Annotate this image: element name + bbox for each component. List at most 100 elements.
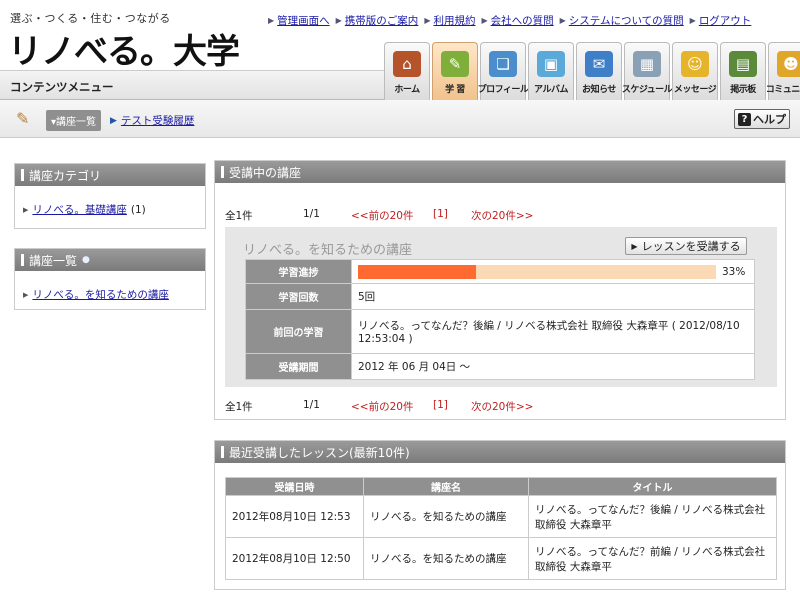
course-list-link[interactable]: リノべる。を知るための講座: [32, 287, 169, 302]
pager-prev[interactable]: <<前の20件: [351, 399, 433, 414]
nav-tab[interactable]: ❏ プロフィール: [477, 42, 529, 100]
top-links: ▶ 管理画面へ ▶ 携帯版のご案内 ▶ 利用規約 ▶ 会社への質問 ▶ システムについての…: [268, 13, 751, 28]
bullet-icon: ▶: [689, 16, 696, 25]
nav-tab-label: 学 習: [445, 85, 465, 95]
period-label: 受講期間: [245, 353, 352, 380]
bullet-icon: ▶: [335, 16, 342, 25]
house-icon: ⌂: [393, 51, 421, 77]
pager-current[interactable]: [1]: [433, 399, 471, 414]
attend-lesson-button[interactable]: ▶ レッスンを受講する: [625, 237, 747, 255]
arrow-right-icon: ▶: [110, 115, 117, 126]
period-value: 2012 年 06 月 04日 〜: [351, 353, 755, 380]
nav-tab[interactable]: ▤ 掲示板: [720, 42, 766, 100]
lesson-title: リノべる。ってなんだ？後編 / リノべる株式会社 取締役 大森章平: [528, 495, 777, 538]
bullet-icon: ▶: [481, 16, 488, 25]
top-link-company-question[interactable]: ▶ 会社への質問: [481, 13, 553, 28]
table-row: 2012年08月10日 12:50 リノべる。を知るための講座 リノべる。ってな…: [225, 537, 777, 580]
pager-next[interactable]: 次の20件>>: [471, 399, 533, 414]
top-link-system-question[interactable]: ▶ システムについての質問: [560, 13, 684, 28]
last-study-label: 前回の学習: [245, 309, 352, 354]
nav-tab[interactable]: ⌂ ホーム: [384, 42, 430, 100]
course-list-panel-header: 講座一覧 ●: [15, 249, 205, 271]
bulb-icon: ●: [82, 255, 90, 265]
album-icon: ▣: [537, 51, 565, 77]
category-count: (1): [130, 203, 146, 216]
course-info-table: 学習進捗 33% 学習回数 5回 前回の学習 リノべる。ってなんだ？後編 / リ…: [245, 259, 755, 380]
column-header: タイトル: [528, 477, 777, 496]
progress-label: 学習進捗: [245, 259, 352, 284]
pager-current[interactable]: [1]: [433, 208, 471, 223]
play-icon: ▶: [631, 241, 638, 251]
pager-next[interactable]: 次の20件>>: [471, 208, 533, 223]
bullet-icon: ▶: [268, 16, 275, 25]
category-panel: 講座カテゴリ ▶ リノべる。基礎講座 (1): [14, 163, 206, 229]
pager-top: 全1件 1/1 <<前の20件 [1] 次の20件>>: [225, 208, 533, 223]
nav-tab[interactable]: ▣ アルバム: [528, 42, 574, 100]
recent-lessons-panel: 最近受講したレッスン(最新10件) 受講日時 講座名 タイトル 2012年08月…: [214, 440, 786, 590]
nav-tab-label: アルバム: [534, 85, 568, 95]
nav-tab[interactable]: ☺ メッセージ: [672, 42, 718, 100]
current-courses-header: 受講中の講座: [215, 161, 785, 183]
breadcrumb: ▶ テスト受験履歴: [110, 113, 194, 128]
help-label: ヘルプ: [753, 113, 786, 126]
top-link-terms[interactable]: ▶ 利用規約: [424, 13, 475, 28]
pager-page: 1/1: [303, 208, 320, 220]
course-list-panel-title: 講座一覧: [29, 253, 78, 268]
course-title: リノべる。を知るための講座: [243, 243, 413, 258]
lesson-date: 2012年08月10日 12:50: [225, 537, 364, 580]
pager-bottom: 全1件 1/1 <<前の20件 [1] 次の20件>>: [225, 399, 533, 414]
top-link-admin[interactable]: ▶ 管理画面へ: [268, 13, 330, 28]
community-icon: ☻: [777, 51, 800, 77]
progress-percent: 33%: [722, 265, 746, 278]
pager-count: 全1件: [225, 210, 253, 222]
nav-tab-label: 掲示板: [730, 85, 756, 95]
content-menu-label: コンテンツメニュー: [10, 80, 114, 94]
lesson-date: 2012年08月10日 12:53: [225, 495, 364, 538]
board-icon: ▤: [729, 51, 757, 77]
current-courses-title: 受講中の講座: [229, 165, 302, 180]
help-button[interactable]: ? ヘルプ: [734, 109, 790, 129]
recent-lessons-title: 最近受講したレッスン(最新10件): [229, 445, 410, 460]
progress-fill: [358, 264, 477, 279]
category-link[interactable]: リノべる。基礎講座: [32, 202, 127, 217]
bullet-icon: ▶: [23, 205, 29, 214]
pager-count: 全1件: [225, 401, 253, 413]
current-courses-panel: 受講中の講座 全1件 1/1 <<前の20件 [1] 次の20件>> リノべる。…: [214, 160, 786, 420]
column-header: 受講日時: [225, 477, 364, 496]
category-item[interactable]: ▶ リノべる。基礎講座 (1): [23, 202, 146, 217]
top-link-logout[interactable]: ▶ ログアウト: [690, 13, 752, 28]
nav-tab[interactable]: ▦ スケジュール: [622, 42, 673, 100]
course-list-button[interactable]: ▾講座一覧: [46, 110, 102, 131]
progress-bar: 33%: [358, 264, 748, 279]
pager-prev[interactable]: <<前の20件: [351, 208, 433, 223]
nav-tab[interactable]: ☻ コミュニティ: [765, 42, 800, 100]
mail-icon: ✉: [585, 51, 613, 77]
test-history-link[interactable]: テスト受験履歴: [121, 113, 195, 128]
header-bar-icon: [21, 254, 24, 266]
table-row: 2012年08月10日 12:53 リノべる。を知るための講座 リノべる。ってな…: [225, 495, 777, 538]
nav-tab-label: コミュニティ: [765, 85, 800, 95]
top-link-mobile[interactable]: ▶ 携帯版のご案内: [336, 13, 419, 28]
question-icon: ?: [738, 112, 751, 126]
nav-tab[interactable]: ✉ お知らせ: [576, 42, 622, 100]
attend-lesson-label: レッスンを受講する: [641, 240, 741, 253]
nav-tab-label: プロフィール: [477, 85, 529, 95]
sub-toolbar: ✎ ▾講座一覧 ▶ テスト受験履歴 ? ヘルプ: [0, 100, 800, 138]
site-logo[interactable]: リノべる。大学: [8, 24, 240, 73]
recent-lessons-header: 最近受講したレッスン(最新10件): [215, 441, 785, 463]
category-panel-header: 講座カテゴリ: [15, 164, 205, 186]
main-nav: ⌂ ホーム ✎ 学 習 ❏ プロフィール ▣ アルバム ✉ お知らせ ▦ スケジュール ☺ メッセージ ▤ 掲…: [384, 42, 800, 100]
category-panel-title: 講座カテゴリ: [29, 168, 102, 183]
course-list-item[interactable]: ▶ リノべる。を知るための講座: [23, 287, 169, 302]
lesson-title: リノべる。ってなんだ？前編 / リノべる株式会社 取締役 大森章平: [528, 537, 777, 580]
bullet-icon: ▶: [424, 16, 431, 25]
lesson-course: リノべる。を知るための講座: [363, 537, 529, 580]
calendar-icon: ▦: [633, 51, 661, 77]
nav-tab-label: メッセージ: [673, 85, 717, 95]
content-menu-strip: コンテンツメニュー: [0, 70, 390, 100]
count-value: 5回: [351, 283, 755, 310]
lesson-course: リノべる。を知るための講座: [363, 495, 529, 538]
nav-tab[interactable]: ✎ 学 習: [432, 42, 478, 100]
nav-tab-label: お知らせ: [582, 85, 616, 95]
pencil-icon: ✎: [16, 109, 30, 128]
